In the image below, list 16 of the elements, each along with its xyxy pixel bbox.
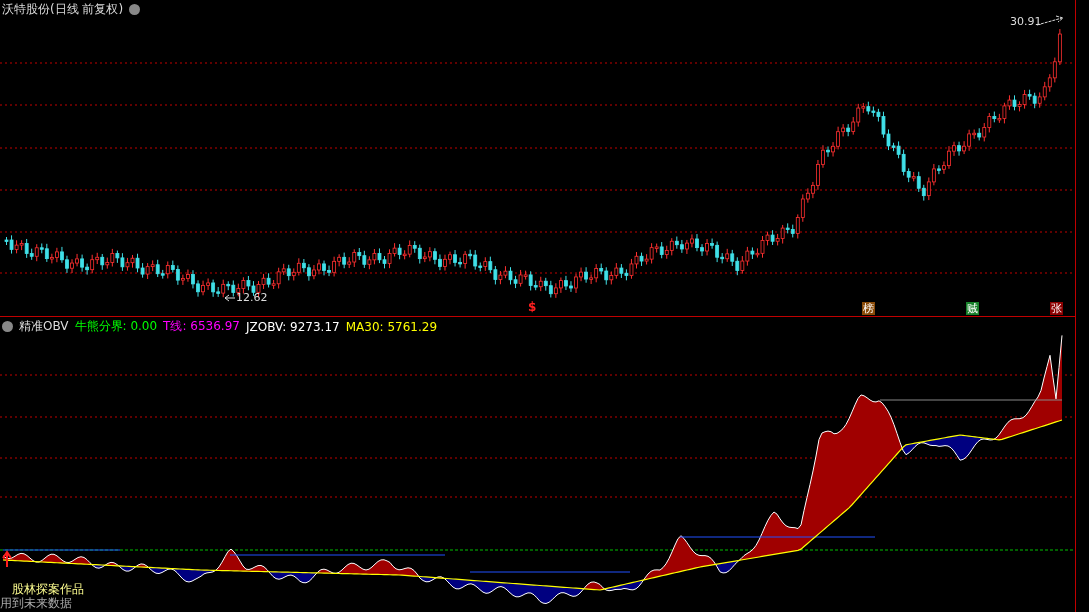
price-label: 30.91	[1010, 15, 1042, 28]
arrow-icon	[2, 550, 12, 568]
chart-title: 沃特股份(日线 前复权)	[2, 1, 124, 18]
signal-badge: 张	[1050, 302, 1063, 315]
arrow-icon	[224, 294, 236, 302]
signal-mark: $	[528, 300, 537, 314]
indicator-name: 精准OBV	[19, 318, 69, 335]
indicator-value: JZOBV: 9273.17	[245, 319, 340, 334]
signal-badge: 贼	[966, 302, 979, 315]
indicator-value: T线: 6536.97	[163, 318, 240, 335]
signal-badge: 榜	[862, 302, 875, 315]
credit-text: 股林探案作品	[12, 581, 84, 597]
note-text: 用到未来数据	[0, 595, 72, 612]
indicator-value: MA30: 5761.29	[345, 319, 437, 334]
price-label: 12.62	[236, 291, 268, 304]
indicator-value: 牛熊分界: 0.00	[74, 318, 158, 335]
